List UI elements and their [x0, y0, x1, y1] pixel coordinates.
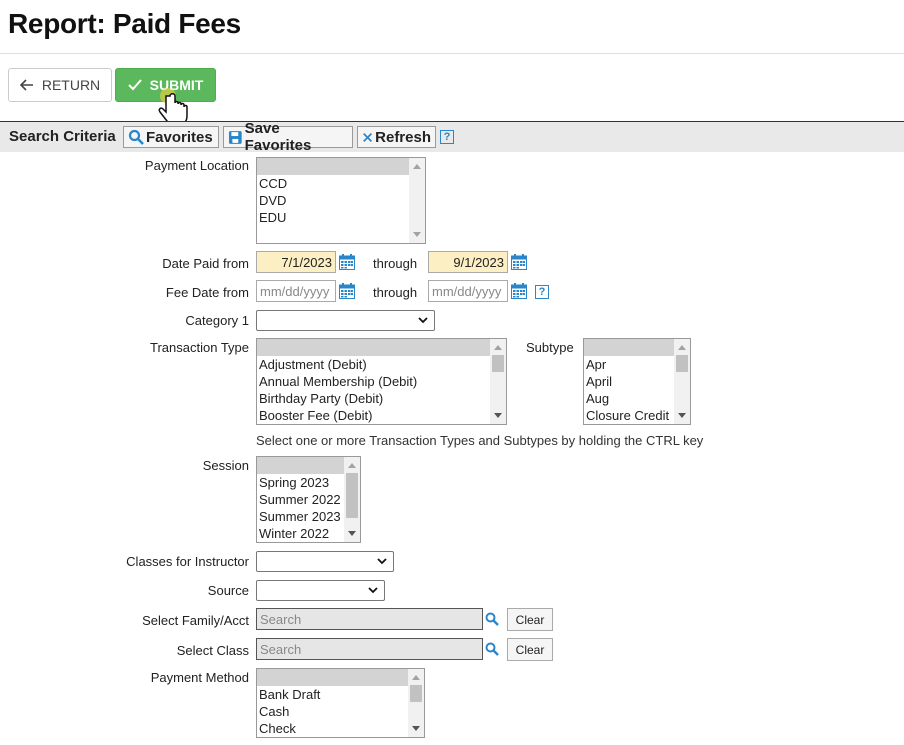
list-item[interactable]: DVD: [257, 192, 425, 209]
payment-location-label: Payment Location: [144, 158, 249, 173]
fee-date-from-input[interactable]: mm/dd/yyyy: [256, 280, 336, 302]
scrollbar[interactable]: [344, 457, 360, 542]
source-select[interactable]: [256, 580, 385, 601]
payment-method-list[interactable]: Bank Draft Cash Check: [256, 668, 425, 738]
list-item[interactable]: Check: [257, 720, 424, 737]
list-item[interactable]: CCD: [257, 175, 425, 192]
page-title: Report: Paid Fees: [8, 8, 241, 39]
calendar-icon[interactable]: [511, 254, 527, 270]
date-paid-label: Date Paid from: [162, 256, 249, 271]
date-paid-to-input[interactable]: 9/1/2023: [428, 251, 508, 273]
scrollbar[interactable]: [409, 158, 425, 243]
header-divider: [0, 53, 904, 54]
class-search-input[interactable]: Search: [256, 638, 483, 660]
list-item[interactable]: Adjustment (Debit): [257, 356, 506, 373]
help-icon[interactable]: ?: [440, 130, 454, 144]
search-icon: [128, 129, 144, 145]
search-icon[interactable]: [485, 612, 499, 626]
list-item[interactable]: Bank Draft: [257, 686, 424, 703]
payment-location-list[interactable]: CCD DVD EDU: [256, 157, 426, 244]
return-button[interactable]: RETURN: [8, 68, 112, 102]
arrow-left-icon: [19, 79, 33, 91]
refresh-label: Refresh: [375, 128, 431, 146]
search-criteria-bar: Search Criteria Favorites Save Favorites…: [0, 120, 904, 154]
favorites-button[interactable]: Favorites: [123, 126, 219, 148]
scrollbar[interactable]: [408, 669, 424, 737]
list-item[interactable]: EDU: [257, 209, 425, 226]
class-label: Select Class: [176, 643, 249, 658]
calendar-icon[interactable]: [339, 254, 355, 270]
subtype-label: Subtype: [526, 340, 574, 355]
class-clear-button[interactable]: Clear: [507, 638, 553, 661]
chevron-down-icon: [377, 558, 387, 565]
transaction-note: Select one or more Transaction Types and…: [256, 433, 704, 448]
favorites-label: Favorites: [146, 128, 213, 146]
family-clear-button[interactable]: Clear: [507, 608, 553, 631]
category1-label: Category 1: [185, 313, 249, 328]
date-paid-from-input[interactable]: 7/1/2023: [256, 251, 336, 273]
family-label: Select Family/Acct: [142, 613, 249, 628]
subtype-list[interactable]: Apr April Aug Closure Credit: [583, 338, 691, 425]
return-label: RETURN: [41, 77, 101, 93]
calendar-icon[interactable]: [339, 283, 355, 299]
payment-method-label: Payment Method: [150, 670, 249, 685]
list-item[interactable]: Booster Fee (Debit): [257, 407, 506, 424]
search-criteria-title: Search Criteria: [9, 128, 116, 145]
close-x-icon: [363, 132, 373, 142]
session-list[interactable]: Spring 2023 Summer 2022 Summer 2023 Wint…: [256, 456, 361, 543]
category1-select[interactable]: [256, 310, 435, 331]
source-label: Source: [207, 583, 249, 598]
fee-date-through-label: through: [373, 285, 418, 300]
chevron-down-icon: [418, 317, 428, 324]
list-item[interactable]: Cash: [257, 703, 424, 720]
fee-date-label: Fee Date from: [165, 285, 249, 300]
save-favorites-button[interactable]: Save Favorites: [223, 120, 353, 154]
classes-for-instructor-select[interactable]: [256, 551, 394, 572]
family-search-input[interactable]: Search: [256, 608, 483, 630]
date-paid-through-label: through: [373, 256, 418, 271]
calendar-icon[interactable]: [511, 283, 527, 299]
chevron-down-icon: [368, 587, 378, 594]
session-label: Session: [202, 458, 249, 473]
help-icon[interactable]: ?: [535, 285, 549, 299]
fee-date-to-input[interactable]: mm/dd/yyyy: [428, 280, 508, 302]
save-icon: [228, 130, 242, 144]
list-item[interactable]: Birthday Party (Debit): [257, 390, 506, 407]
transaction-type-label: Transaction Type: [150, 340, 249, 355]
save-favorites-label: Save Favorites: [244, 120, 312, 154]
classes-for-instructor-label: Classes for Instructor: [126, 554, 249, 569]
refresh-button[interactable]: Refresh: [357, 126, 436, 148]
search-icon[interactable]: [485, 642, 499, 656]
scrollbar[interactable]: [674, 339, 690, 424]
scrollbar[interactable]: [490, 339, 506, 424]
transaction-type-list[interactable]: Adjustment (Debit) Annual Membership (De…: [256, 338, 507, 425]
check-icon: [127, 79, 142, 91]
list-item[interactable]: Annual Membership (Debit): [257, 373, 506, 390]
